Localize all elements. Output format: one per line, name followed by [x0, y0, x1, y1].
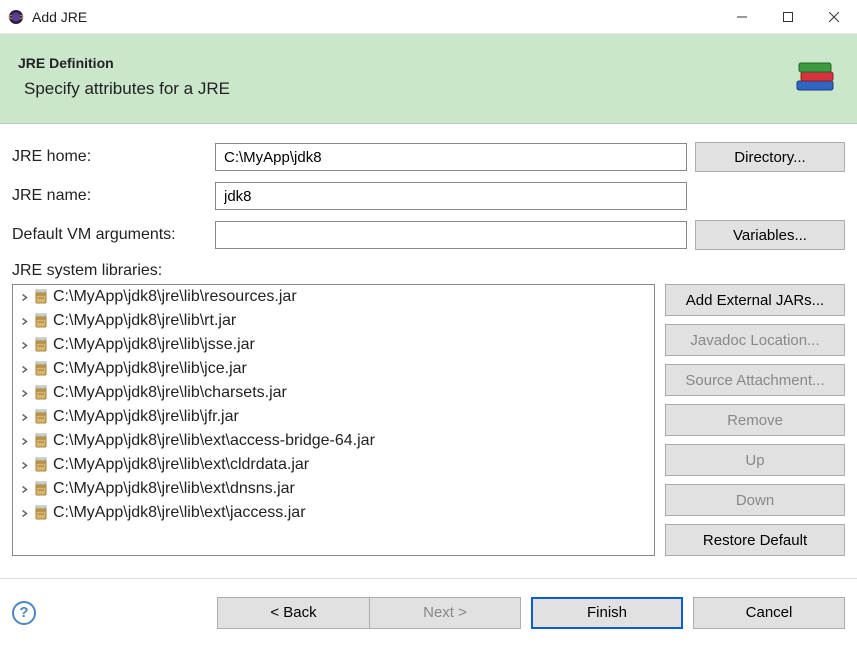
library-item[interactable]: C:\MyApp\jdk8\jre\lib\jfr.jar [13, 405, 654, 429]
directory-button[interactable]: Directory... [695, 142, 845, 172]
jar-icon [33, 313, 49, 329]
help-icon[interactable]: ? [12, 601, 36, 625]
jre-name-input-wrap [215, 182, 687, 210]
chevron-right-icon[interactable] [19, 388, 29, 398]
chevron-right-icon[interactable] [19, 292, 29, 302]
system-libraries-list[interactable]: C:\MyApp\jdk8\jre\lib\resources.jar C:\My… [12, 284, 655, 556]
jre-home-label: JRE home: [12, 148, 207, 166]
chevron-right-icon[interactable] [19, 364, 29, 374]
library-item-path: C:\MyApp\jdk8\jre\lib\charsets.jar [53, 384, 287, 402]
next-button[interactable]: Next > [369, 597, 521, 629]
add-external-jars-button[interactable]: Add External JARs... [665, 284, 845, 316]
library-item[interactable]: C:\MyApp\jdk8\jre\lib\ext\access-bridge-… [13, 429, 654, 453]
system-libraries-label: JRE system libraries: [12, 262, 845, 280]
library-item[interactable]: C:\MyApp\jdk8\jre\lib\ext\dnsns.jar [13, 477, 654, 501]
library-item[interactable]: C:\MyApp\jdk8\jre\lib\rt.jar [13, 309, 654, 333]
banner-text: JRE Definition Specify attributes for a … [18, 55, 230, 99]
titlebar-left: Add JRE [8, 9, 87, 25]
library-item-path: C:\MyApp\jdk8\jre\lib\ext\dnsns.jar [53, 480, 295, 498]
vm-args-label: Default VM arguments: [12, 226, 207, 244]
jre-home-input[interactable] [215, 143, 687, 171]
chevron-right-icon[interactable] [19, 412, 29, 422]
library-item-path: C:\MyApp\jdk8\jre\lib\jsse.jar [53, 336, 255, 354]
window-controls [719, 0, 857, 33]
down-button[interactable]: Down [665, 484, 845, 516]
back-button[interactable]: < Back [217, 597, 369, 629]
up-button[interactable]: Up [665, 444, 845, 476]
vm-args-row: Default VM arguments: Variables... [12, 220, 845, 250]
banner-title: JRE Definition [18, 55, 230, 71]
chevron-right-icon[interactable] [19, 316, 29, 326]
jre-name-input[interactable] [215, 182, 687, 210]
chevron-right-icon[interactable] [19, 340, 29, 350]
jre-home-row: JRE home: Directory... [12, 142, 845, 172]
jar-icon [33, 385, 49, 401]
banner-subtitle: Specify attributes for a JRE [18, 79, 230, 99]
wizard-footer: ? < Back Next > Finish Cancel [0, 578, 857, 646]
system-libraries-buttons: Add External JARs... Javadoc Location...… [665, 284, 845, 556]
library-item-path: C:\MyApp\jdk8\jre\lib\jce.jar [53, 360, 247, 378]
close-button[interactable] [811, 0, 857, 33]
jre-name-row: JRE name: [12, 182, 845, 210]
jar-icon [33, 505, 49, 521]
library-item[interactable]: C:\MyApp\jdk8\jre\lib\ext\jaccess.jar [13, 501, 654, 525]
library-books-icon [791, 53, 839, 101]
jre-name-label: JRE name: [12, 187, 207, 205]
remove-button[interactable]: Remove [665, 404, 845, 436]
wizard-nav-group: < Back Next > [217, 597, 521, 629]
library-item-path: C:\MyApp\jdk8\jre\lib\ext\jaccess.jar [53, 504, 306, 522]
library-item-path: C:\MyApp\jdk8\jre\lib\ext\cldrdata.jar [53, 456, 309, 474]
chevron-right-icon[interactable] [19, 436, 29, 446]
library-item-path: C:\MyApp\jdk8\jre\lib\rt.jar [53, 312, 236, 330]
library-item[interactable]: C:\MyApp\jdk8\jre\lib\charsets.jar [13, 381, 654, 405]
finish-button[interactable]: Finish [531, 597, 683, 629]
chevron-right-icon[interactable] [19, 460, 29, 470]
minimize-button[interactable] [719, 0, 765, 33]
jar-icon [33, 289, 49, 305]
jar-icon [33, 337, 49, 353]
javadoc-location-button[interactable]: Javadoc Location... [665, 324, 845, 356]
eclipse-icon [8, 9, 24, 25]
jar-icon [33, 361, 49, 377]
variables-button[interactable]: Variables... [695, 220, 845, 250]
vm-args-input[interactable] [215, 221, 687, 249]
library-item[interactable]: C:\MyApp\jdk8\jre\lib\resources.jar [13, 285, 654, 309]
content-area: JRE home: Directory... JRE name: Default… [0, 124, 857, 564]
library-item[interactable]: C:\MyApp\jdk8\jre\lib\jsse.jar [13, 333, 654, 357]
maximize-button[interactable] [765, 0, 811, 33]
chevron-right-icon[interactable] [19, 508, 29, 518]
jar-icon [33, 457, 49, 473]
library-item-path: C:\MyApp\jdk8\jre\lib\resources.jar [53, 288, 297, 306]
chevron-right-icon[interactable] [19, 484, 29, 494]
window-title: Add JRE [32, 9, 87, 25]
jar-icon [33, 409, 49, 425]
restore-default-button[interactable]: Restore Default [665, 524, 845, 556]
vm-args-input-wrap [215, 221, 687, 249]
titlebar: Add JRE [0, 0, 857, 34]
library-item-path: C:\MyApp\jdk8\jre\lib\jfr.jar [53, 408, 239, 426]
jar-icon [33, 433, 49, 449]
jar-icon [33, 481, 49, 497]
library-item[interactable]: C:\MyApp\jdk8\jre\lib\ext\cldrdata.jar [13, 453, 654, 477]
source-attachment-button[interactable]: Source Attachment... [665, 364, 845, 396]
system-libraries-area: C:\MyApp\jdk8\jre\lib\resources.jar C:\My… [12, 284, 845, 556]
cancel-button[interactable]: Cancel [693, 597, 845, 629]
jre-home-input-wrap [215, 143, 687, 171]
library-item-path: C:\MyApp\jdk8\jre\lib\ext\access-bridge-… [53, 432, 375, 450]
dialog-banner: JRE Definition Specify attributes for a … [0, 34, 857, 124]
library-item[interactable]: C:\MyApp\jdk8\jre\lib\jce.jar [13, 357, 654, 381]
